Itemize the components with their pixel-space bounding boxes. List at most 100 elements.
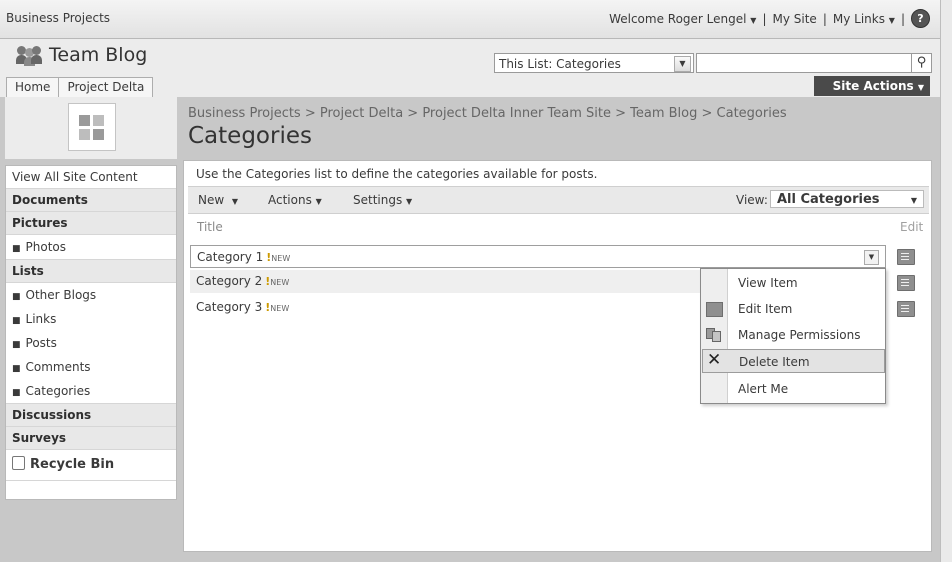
new-menu[interactable]: New ▼ bbox=[198, 193, 238, 207]
nav-heading-lists[interactable]: Lists bbox=[6, 259, 176, 283]
actions-label: Actions bbox=[268, 193, 312, 207]
chevron-down-icon: ▼ bbox=[910, 196, 917, 205]
settings-menu[interactable]: Settings ▼ bbox=[353, 193, 412, 207]
item-context-menu: View Item Edit Item Manage Permissions ✕… bbox=[700, 268, 886, 404]
bullet-icon: ■ bbox=[12, 316, 21, 326]
nav-item-links[interactable]: ■ Links bbox=[6, 307, 176, 331]
nav-item-posts[interactable]: ■ Posts bbox=[6, 331, 176, 355]
view-label: View: bbox=[736, 193, 768, 207]
site-name-link[interactable]: Business Projects bbox=[6, 11, 110, 25]
bullet-icon: ■ bbox=[12, 340, 21, 350]
my-links-menu[interactable]: My Links ▼ bbox=[833, 12, 895, 26]
menu-item-label: Alert Me bbox=[738, 382, 789, 396]
my-site-link[interactable]: My Site bbox=[773, 12, 817, 26]
bullet-icon: ■ bbox=[12, 244, 21, 254]
nav-item-label: Links bbox=[25, 312, 57, 326]
window-scrollbar[interactable] bbox=[940, 0, 952, 562]
breadcrumb[interactable]: Business Projects > Project Delta > Proj… bbox=[188, 106, 787, 121]
chevron-down-icon: ▼ bbox=[750, 15, 757, 25]
edit-item-icon[interactable] bbox=[897, 275, 915, 291]
delete-x-icon: ✕ bbox=[707, 350, 722, 370]
settings-label: Settings bbox=[353, 193, 403, 207]
view-select[interactable]: All Categories ▼ bbox=[770, 190, 924, 208]
bullet-icon: ■ bbox=[12, 388, 21, 398]
new-badge: !NEW bbox=[266, 251, 291, 264]
help-icon[interactable]: ? bbox=[911, 9, 930, 28]
nav-item-other-blogs[interactable]: ■ Other Blogs bbox=[6, 283, 176, 307]
new-badge-text: NEW bbox=[270, 278, 290, 287]
menu-item-edit-item[interactable]: Edit Item bbox=[701, 297, 885, 321]
nav-heading-pictures[interactable]: Pictures bbox=[6, 212, 176, 235]
site-logo-icon bbox=[68, 103, 116, 151]
item-title-link[interactable]: Category 1 bbox=[197, 250, 263, 264]
recycle-bin-icon bbox=[12, 456, 25, 470]
site-actions-menu[interactable]: Site Actions ▼ bbox=[814, 76, 930, 96]
separator: | bbox=[762, 11, 767, 26]
tab-project-delta[interactable]: Project Delta bbox=[58, 77, 154, 97]
user-links: Welcome Roger Lengel ▼ | My Site | My Li… bbox=[609, 9, 930, 28]
menu-item-label: View Item bbox=[738, 276, 798, 290]
nav-item-comments[interactable]: ■ Comments bbox=[6, 355, 176, 379]
item-title-link[interactable]: Category 2 bbox=[196, 274, 262, 288]
search-icon: ⚲ bbox=[916, 55, 927, 70]
search-scope-select[interactable]: This List: Categories ▼ bbox=[494, 53, 694, 73]
nav-item-categories[interactable]: ■ Categories bbox=[6, 379, 176, 403]
nav-item-label: Photos bbox=[25, 240, 66, 254]
nav-item-label: Comments bbox=[25, 360, 91, 374]
new-badge-text: NEW bbox=[270, 304, 290, 313]
nav-heading-surveys[interactable]: Surveys bbox=[6, 427, 176, 450]
new-label: New bbox=[198, 193, 225, 207]
menu-item-label: Delete Item bbox=[739, 355, 810, 369]
my-links-label: My Links bbox=[832, 11, 885, 26]
new-badge: !NEW bbox=[265, 275, 290, 288]
nav-item-label: Posts bbox=[25, 336, 57, 350]
welcome-menu[interactable]: Welcome Roger Lengel ▼ bbox=[609, 12, 756, 26]
menu-item-manage-permissions[interactable]: Manage Permissions bbox=[701, 323, 885, 347]
edit-item-icon[interactable] bbox=[897, 249, 915, 265]
column-header-edit: Edit bbox=[900, 220, 924, 234]
top-bar: Business Projects Welcome Roger Lengel ▼… bbox=[0, 0, 940, 39]
menu-item-view-item[interactable]: View Item bbox=[701, 271, 885, 295]
top-nav-tabs: Home Project Delta bbox=[6, 77, 154, 97]
separator: | bbox=[900, 11, 905, 26]
nav-item-label: Categories bbox=[25, 384, 91, 398]
quick-launch: View All Site Content Documents Pictures… bbox=[5, 165, 177, 500]
bullet-icon: ■ bbox=[12, 364, 21, 374]
nav-item-photos[interactable]: ■ Photos bbox=[6, 235, 176, 259]
site-title[interactable]: Team Blog bbox=[16, 43, 147, 67]
menu-item-delete-item[interactable]: ✕ Delete Item bbox=[702, 349, 885, 373]
chevron-down-icon: ▼ bbox=[315, 197, 322, 206]
nav-heading-discussions[interactable]: Discussions bbox=[6, 403, 176, 427]
welcome-label: Welcome Roger Lengel bbox=[609, 11, 747, 26]
menu-item-label: Manage Permissions bbox=[738, 328, 861, 342]
actions-menu[interactable]: Actions ▼ bbox=[268, 193, 322, 207]
page-title: Categories bbox=[188, 123, 312, 149]
site-actions-label: Site Actions bbox=[832, 79, 914, 93]
column-header-title[interactable]: Title bbox=[197, 220, 223, 234]
edit-item-icon bbox=[706, 302, 723, 317]
tab-home[interactable]: Home bbox=[6, 77, 60, 97]
new-badge: !NEW bbox=[265, 301, 290, 314]
new-badge-text: NEW bbox=[271, 254, 291, 263]
menu-item-alert-me[interactable]: Alert Me bbox=[701, 377, 885, 401]
item-title-link[interactable]: Category 3 bbox=[196, 300, 262, 314]
view-all-site-content-link[interactable]: View All Site Content bbox=[6, 166, 176, 189]
chevron-down-icon: ▼ bbox=[406, 197, 413, 206]
nav-item-label: Other Blogs bbox=[25, 288, 97, 302]
list-description: Use the Categories list to define the ca… bbox=[196, 167, 598, 181]
site-title-text: Team Blog bbox=[49, 44, 148, 66]
item-menu-dropdown[interactable]: ▼ bbox=[864, 250, 879, 265]
menu-item-label: Edit Item bbox=[738, 302, 793, 316]
recycle-bin-link[interactable]: Recycle Bin bbox=[6, 450, 176, 481]
recycle-bin-label: Recycle Bin bbox=[30, 457, 115, 472]
search-input[interactable] bbox=[696, 53, 912, 73]
separator: | bbox=[822, 11, 827, 26]
search-button[interactable]: ⚲ bbox=[912, 53, 932, 73]
chevron-down-icon: ▼ bbox=[917, 83, 924, 92]
list-row[interactable]: Category 1 !NEW ▼ bbox=[190, 245, 886, 268]
permissions-icon bbox=[706, 328, 721, 342]
view-select-value: All Categories bbox=[777, 192, 880, 207]
nav-heading-documents[interactable]: Documents bbox=[6, 189, 176, 212]
chevron-down-icon: ▼ bbox=[888, 15, 895, 25]
edit-item-icon[interactable] bbox=[897, 301, 915, 317]
